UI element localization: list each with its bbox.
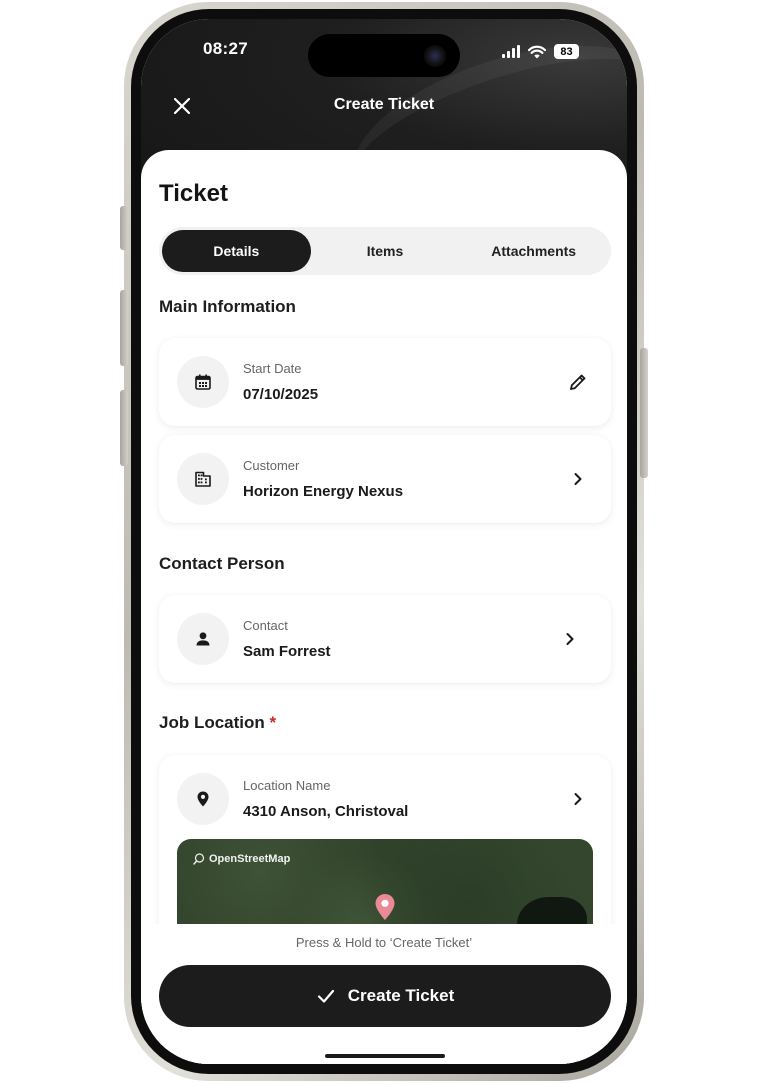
location-pin-icon — [197, 791, 209, 807]
pencil-icon — [570, 374, 586, 390]
cellular-signal-icon — [502, 45, 520, 58]
tab-items[interactable]: Items — [311, 230, 460, 272]
content-sheet: Ticket Details Items Attachments Main In… — [141, 150, 627, 1064]
action-button — [120, 206, 128, 250]
location-label: Location Name — [243, 778, 331, 793]
screen: 08:27 83 Create Ticket Ticket Details It… — [141, 19, 627, 1064]
chevron-right-icon — [566, 633, 574, 645]
contact-value: Sam Forrest — [243, 643, 331, 660]
job-location-title: Job Location — [159, 713, 265, 732]
start-date-card[interactable]: Start Date 07/10/2025 — [159, 338, 611, 426]
start-date-label: Start Date — [243, 361, 302, 376]
customer-value: Horizon Energy Nexus — [243, 483, 404, 500]
create-ticket-label: Create Ticket — [347, 986, 455, 1005]
map-marker-icon — [375, 894, 395, 920]
tab-bar: Details Items Attachments — [159, 227, 611, 275]
section-title-main-information: Main Information — [159, 297, 296, 316]
customer-chevron — [567, 468, 589, 490]
status-time: 08:27 — [203, 39, 248, 58]
page-title: Ticket — [159, 180, 228, 207]
home-indicator[interactable] — [325, 1054, 445, 1058]
volume-up-button — [120, 290, 128, 366]
location-value: 4310 Anson, Christoval — [243, 803, 409, 820]
chevron-right-icon — [574, 793, 582, 805]
icon-circle — [177, 453, 229, 505]
person-icon — [196, 632, 210, 646]
customer-label: Customer — [243, 458, 300, 473]
building-icon — [195, 471, 211, 487]
tab-details[interactable]: Details — [162, 230, 311, 272]
section-title-job-location: Job Location * — [159, 713, 276, 733]
required-asterisk: * — [269, 713, 277, 732]
bottom-action-area: Press & Hold to ‘Create Ticket’ Create T… — [141, 924, 627, 1064]
camera-icon — [424, 45, 446, 67]
icon-circle — [177, 356, 229, 408]
contact-chevron — [559, 628, 581, 650]
customer-card[interactable]: Customer Horizon Energy Nexus — [159, 435, 611, 523]
start-date-value: 07/10/2025 — [243, 386, 319, 403]
map-attribution: OpenStreetMap — [193, 853, 290, 865]
section-title-contact-person: Contact Person — [159, 554, 285, 573]
create-ticket-button[interactable]: Create Ticket — [159, 965, 611, 1027]
header-title: Create Ticket — [333, 96, 435, 113]
power-button — [640, 348, 648, 478]
chevron-right-icon — [574, 473, 582, 485]
icon-circle — [177, 773, 229, 825]
press-hold-hint: Press & Hold to ‘Create Ticket’ — [295, 935, 473, 950]
icon-circle — [177, 613, 229, 665]
status-icons: 83 — [502, 44, 579, 59]
checkmark-icon — [317, 989, 334, 1003]
edit-start-date-button[interactable] — [567, 371, 589, 393]
battery-icon: 83 — [554, 44, 579, 59]
calendar-icon — [195, 374, 211, 390]
openstreetmap-logo-icon — [193, 853, 205, 865]
contact-label: Contact — [243, 618, 288, 633]
map-attribution-text: OpenStreetMap — [209, 853, 291, 865]
location-chevron — [567, 788, 589, 810]
volume-down-button — [120, 390, 128, 466]
contact-card[interactable]: Contact Sam Forrest — [159, 595, 611, 683]
tab-attachments[interactable]: Attachments — [459, 230, 608, 272]
wifi-icon — [528, 45, 546, 58]
